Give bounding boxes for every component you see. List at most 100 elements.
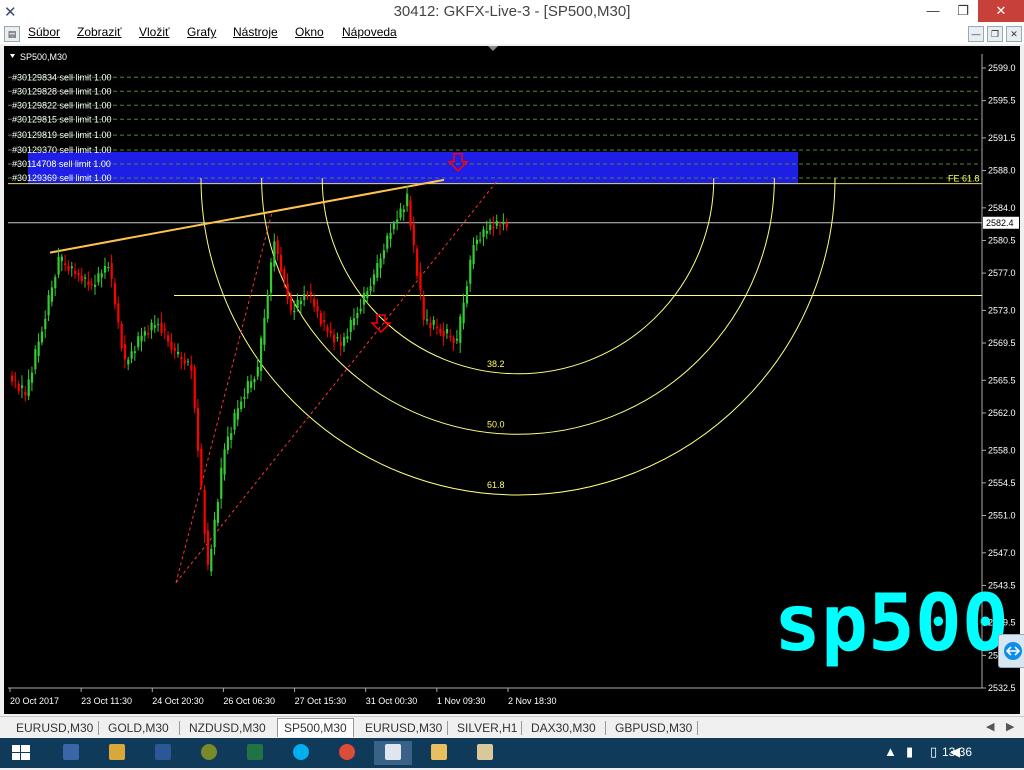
app-dots-icon[interactable] xyxy=(52,741,90,765)
teamviewer-widget[interactable] xyxy=(998,634,1024,668)
candle-body xyxy=(303,294,306,300)
order-label: #30114708 sell limit 1.00 xyxy=(12,159,111,169)
candle-body xyxy=(382,250,386,259)
tab-scroll-left-icon[interactable]: ◀ xyxy=(986,720,994,733)
candle-body xyxy=(70,266,73,269)
tab-nzdusd-m30[interactable]: NZDUSD,M30 xyxy=(183,720,272,736)
tab-dax30-m30[interactable]: DAX30,M30 xyxy=(525,720,602,736)
app-grid-icon[interactable] xyxy=(466,741,504,765)
metatrader-icon[interactable] xyxy=(374,741,412,765)
fib-arc-label: 61.8 xyxy=(487,480,505,490)
candle-body xyxy=(74,270,77,274)
candle-body xyxy=(372,274,376,285)
candle-body xyxy=(279,254,283,272)
title-bar: ✕ 30412: GKFX-Live-3 - [SP500,M30] — ❐ ✕ xyxy=(0,0,1024,24)
menu-okno[interactable]: Okno xyxy=(295,25,324,39)
candle-body xyxy=(485,230,488,234)
doc-icon[interactable]: ▤ xyxy=(4,26,20,42)
candle-body xyxy=(14,379,17,381)
candle-body xyxy=(339,342,342,346)
word-icon[interactable] xyxy=(144,741,182,765)
price-tick-label: 2577.0 xyxy=(988,268,1016,278)
candle-body xyxy=(37,341,40,356)
candle-body xyxy=(489,224,492,231)
candle-body xyxy=(475,239,478,245)
price-tick-label: 2569.5 xyxy=(988,338,1016,348)
tray-up-icon[interactable]: ▲ xyxy=(884,744,897,759)
time-tick-label: 2 Nov 18:30 xyxy=(508,696,557,706)
candle-body xyxy=(157,324,160,326)
candle-body xyxy=(459,316,462,344)
close-icon[interactable]: ✕ xyxy=(978,0,1024,22)
order-label: #30129815 sell limit 1.00 xyxy=(12,114,112,124)
candle-body xyxy=(140,335,143,342)
candle-body xyxy=(246,381,249,394)
candle-body xyxy=(226,436,229,451)
restore-icon[interactable]: ❐ xyxy=(948,0,978,22)
app-folder-green-icon[interactable] xyxy=(98,741,136,765)
app-globe-icon[interactable] xyxy=(190,741,228,765)
tab-eurusd-m30[interactable]: EURUSD,M30 xyxy=(10,720,99,736)
window-title: 30412: GKFX-Live-3 - [SP500,M30] xyxy=(393,3,631,20)
candle-body xyxy=(34,349,37,370)
candle-body xyxy=(449,335,452,338)
candle-body xyxy=(465,286,469,304)
candle-body xyxy=(137,336,140,348)
menu-grafy[interactable]: Grafy xyxy=(187,25,216,39)
price-tick-label: 2573.0 xyxy=(988,305,1016,315)
chart-window[interactable]: #30129834 sell limit 1.00 #30129828 sell … xyxy=(4,46,1020,714)
tab-sp500-m30[interactable]: SP500,M30 xyxy=(277,718,354,737)
tab-gbpusd-m30[interactable]: GBPUSD,M30 xyxy=(609,720,698,736)
battery-icon[interactable]: ▯ xyxy=(930,744,937,760)
menu-nastroje[interactable]: Nástroje xyxy=(233,25,278,39)
price-chart[interactable]: #30129834 sell limit 1.00 #30129828 sell … xyxy=(4,46,1020,714)
clock: 13:36 xyxy=(941,745,972,759)
candle-body xyxy=(499,224,502,226)
menu-subor[interactable]: Súbor xyxy=(28,25,60,39)
mdi-minimize-icon[interactable]: — xyxy=(968,26,984,42)
candle-body xyxy=(369,286,372,292)
candle-body xyxy=(103,266,107,273)
order-label: #30129834 sell limit 1.00 xyxy=(12,72,112,82)
candle-body xyxy=(160,322,163,334)
candle-body xyxy=(216,502,220,523)
mdi-restore-icon[interactable]: ❐ xyxy=(987,26,1003,42)
tab-gold-m30[interactable]: GOLD,M30 xyxy=(102,720,175,736)
skype-icon[interactable] xyxy=(282,741,320,765)
candle-body xyxy=(153,325,156,328)
chrome-icon[interactable] xyxy=(328,741,366,765)
tab-silver-h1[interactable]: SILVER,H1 xyxy=(451,720,523,736)
candle-body xyxy=(273,241,276,267)
current-price-label: 2582.4 xyxy=(986,218,1014,228)
price-tick-label: 2565.5 xyxy=(988,375,1016,385)
minimize-icon[interactable]: — xyxy=(918,0,948,22)
candle-body xyxy=(200,448,203,487)
mdi-close-icon[interactable]: ✕ xyxy=(1006,26,1022,42)
excel-icon[interactable] xyxy=(236,741,274,765)
network-icon[interactable]: ▮ xyxy=(906,744,913,760)
candle-body xyxy=(419,272,422,290)
candle-body xyxy=(455,338,459,341)
candle-body xyxy=(147,332,150,335)
candle-body xyxy=(346,336,349,339)
tab-eurusd-m30-2[interactable]: EURUSD,M30 xyxy=(359,720,448,736)
price-tick-label: 2591.5 xyxy=(988,133,1016,143)
menu-vlozit[interactable]: Vložiť xyxy=(139,25,170,39)
file-explorer-icon[interactable] xyxy=(420,741,458,765)
candle-body xyxy=(309,291,312,295)
start-icon[interactable] xyxy=(2,741,40,765)
tab-scroll-right-icon[interactable]: ▶ xyxy=(1006,720,1014,733)
candle-body xyxy=(120,323,123,349)
taskbar: ▲ ▮ ▯ ◀ 13:36 xyxy=(0,738,1024,768)
candle-body xyxy=(170,341,173,350)
candle-body xyxy=(323,320,326,323)
candle-body xyxy=(77,273,80,276)
candle-body xyxy=(266,295,269,319)
candle-body xyxy=(260,338,263,371)
menu-zobrazit[interactable]: Zobraziť xyxy=(77,25,122,39)
candle-body xyxy=(326,327,329,332)
candle-body xyxy=(47,295,50,316)
time-tick-label: 26 Oct 06:30 xyxy=(223,696,275,706)
candle-body xyxy=(399,208,402,218)
menu-napoveda[interactable]: Nápoveda xyxy=(342,25,397,39)
